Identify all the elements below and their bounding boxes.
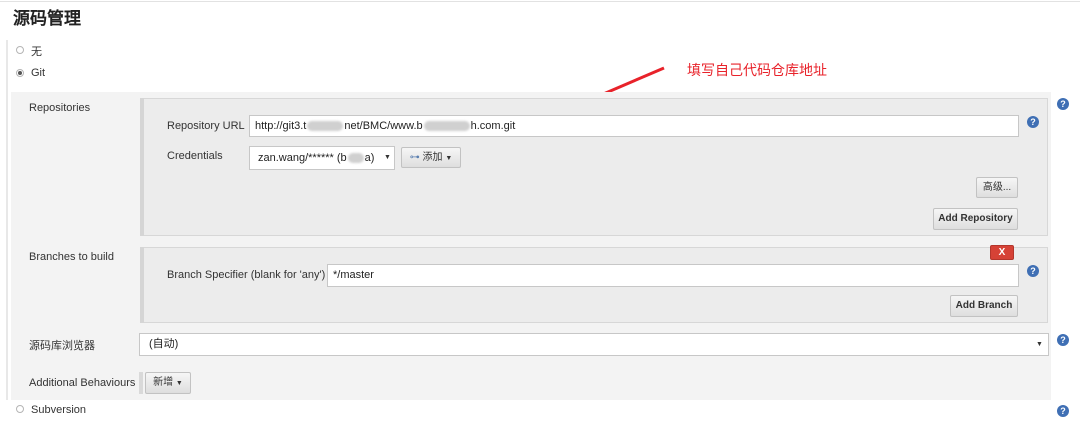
chevron-down-icon: ▼ [1036,341,1043,348]
advanced-button[interactable]: 高级... [976,177,1018,198]
repositories-label: Repositories [29,102,91,114]
add-credentials-label: 添加 [422,152,443,163]
radio-subversion-label: Subversion [31,404,87,416]
branch-specifier-input[interactable]: */master [327,264,1019,287]
branch-specifier-help-icon[interactable]: ? [1027,265,1039,277]
repositories-help-icon[interactable]: ? [1057,98,1069,110]
branches-label: Branches to build [29,251,114,263]
radio-none-label: 无 [31,46,42,58]
repositories-panel-stripe [140,98,144,236]
repository-url-text-2: net/BMC/www.b [344,120,423,132]
blurred-text [307,121,344,132]
radio-git-label: Git [31,67,46,79]
add-behaviour-label: 新增 [153,377,174,388]
top-divider [0,1,1080,2]
branch-specifier-label: Branch Specifier (blank for 'any') [167,269,326,281]
branches-panel-stripe [140,247,144,323]
credentials-text-1: zan.wang/****** (b [258,152,347,164]
delete-branch-button[interactable]: X [990,245,1014,260]
add-repository-button[interactable]: Add Repository [933,208,1018,230]
source-browser-select[interactable]: (自动) ▼ [139,333,1049,356]
radio-subversion[interactable] [16,405,24,413]
chevron-down-icon: ▼ [384,154,391,161]
annotation-text: 填写自己代码仓库地址 [687,62,827,78]
radio-none[interactable] [16,46,24,54]
key-icon: ⊶ [409,152,420,163]
repository-url-text-3: h.com.git [470,120,516,132]
credentials-select[interactable]: zan.wang/****** (b a) ▼ [249,146,395,170]
page-title: 源码管理 [13,9,81,28]
source-browser-value: (自动) [149,338,179,350]
credentials-text-2: a) [364,152,375,164]
chevron-down-icon: ▼ [445,155,453,162]
repository-url-text-1: http://git3.t [255,120,307,132]
add-behaviour-button[interactable]: 新增 ▼ [145,372,191,394]
repository-url-label: Repository URL [167,120,245,132]
section-left-bar [6,40,8,400]
source-browser-label: 源码库浏览器 [29,340,95,352]
repository-url-input[interactable]: http://git3.t net/BMC/www.b h.com.git [249,115,1019,137]
credentials-label: Credentials [167,150,223,162]
blurred-text [423,121,470,132]
blurred-text [347,153,364,164]
source-browser-help-icon[interactable]: ? [1057,334,1069,346]
repository-url-help-icon[interactable]: ? [1027,116,1039,128]
add-credentials-button[interactable]: ⊶ 添加 ▼ [401,147,461,168]
additional-behaviours-label: Additional Behaviours [29,377,136,389]
radio-git[interactable] [16,69,24,77]
behaviours-stripe [139,372,143,394]
subversion-help-icon[interactable]: ? [1057,405,1069,417]
chevron-down-icon: ▼ [175,380,183,387]
add-branch-button[interactable]: Add Branch [950,295,1018,317]
